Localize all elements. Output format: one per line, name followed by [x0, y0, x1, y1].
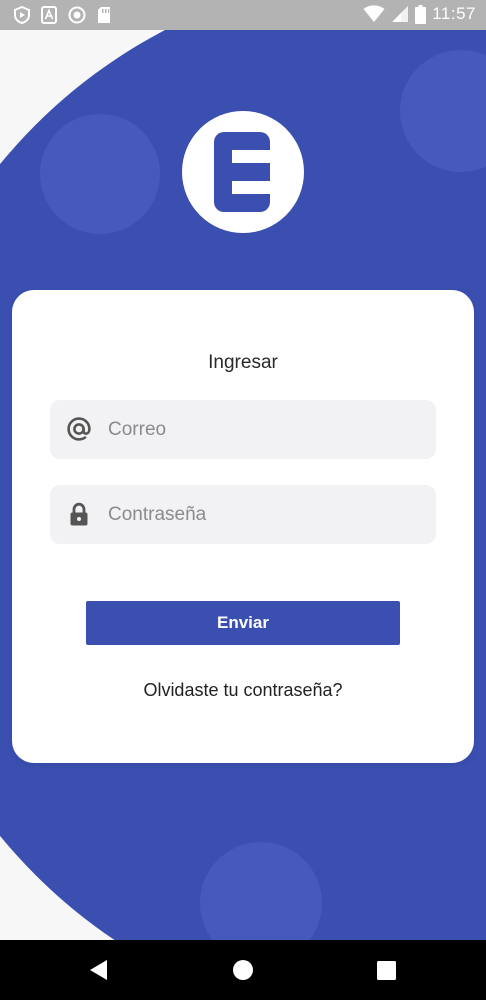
system-icons: 11:57: [363, 4, 476, 24]
signal-icon: [392, 6, 409, 22]
decorative-bubble: [40, 114, 160, 234]
circle-icon: [68, 6, 86, 24]
status-bar: 11:57: [0, 0, 486, 30]
status-time: 11:57: [432, 4, 476, 23]
login-title: Ingresar: [208, 352, 278, 373]
android-icon: [41, 6, 57, 24]
at-icon: [67, 417, 91, 441]
lock-icon: [70, 502, 88, 526]
recents-icon[interactable]: [377, 961, 396, 980]
email-input[interactable]: [108, 400, 418, 459]
sd-card-icon: [98, 7, 110, 23]
forgot-password-link[interactable]: Olvidaste tu contraseña?: [12, 680, 474, 701]
wifi-icon: [363, 5, 385, 22]
battery-icon: [415, 4, 427, 24]
back-icon[interactable]: [89, 959, 109, 981]
letter-e-logo-icon: [214, 132, 270, 212]
home-icon[interactable]: [232, 959, 254, 981]
app-logo: [182, 111, 304, 233]
email-field[interactable]: [50, 400, 436, 459]
password-input[interactable]: [108, 485, 418, 544]
navigation-bar: [0, 940, 486, 1000]
login-card: Ingresar Enviar Olvidaste tu contraseña?: [12, 290, 474, 763]
notification-icons: [14, 6, 111, 24]
password-field[interactable]: [50, 485, 436, 544]
submit-button[interactable]: Enviar: [86, 601, 400, 645]
shield-icon: [14, 6, 30, 24]
